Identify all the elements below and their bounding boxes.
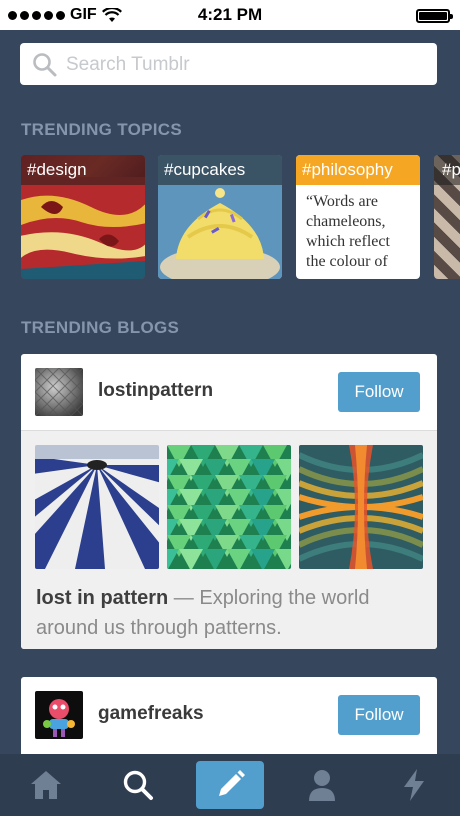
tab-activity[interactable]	[380, 762, 448, 808]
clock: 4:21 PM	[197, 5, 263, 24]
compose-icon	[219, 770, 245, 796]
search-bar[interactable]	[20, 43, 437, 87]
account-icon	[309, 770, 335, 801]
activity-icon	[404, 769, 424, 801]
topic-tag: #philosophy	[296, 155, 420, 185]
topic-card-partial[interactable]: #p	[434, 155, 460, 279]
topic-tag: #design	[21, 155, 145, 185]
blog-name[interactable]: lostinpattern	[98, 380, 213, 402]
blog-title: lost in pattern	[36, 587, 169, 609]
follow-button[interactable]: Follow	[338, 695, 420, 735]
search-input[interactable]	[64, 43, 428, 87]
tab-compose[interactable]	[196, 761, 264, 809]
topic-quote: “Words are chameleons, which reflect the…	[306, 193, 390, 270]
tab-account[interactable]	[288, 762, 356, 808]
topic-card-design[interactable]: #design	[21, 155, 145, 279]
blog-avatar[interactable]	[35, 368, 83, 416]
follow-button[interactable]: Follow	[338, 372, 420, 412]
topic-image	[21, 177, 145, 279]
topic-tag: #cupcakes	[158, 155, 282, 185]
blog-name[interactable]: gamefreaks	[98, 703, 204, 725]
blog-description: lost in pattern — Exploring the world ar…	[36, 583, 417, 643]
trending-blogs-heading: TRENDING BLOGS	[21, 318, 180, 337]
search-icon	[123, 770, 153, 800]
battery-icon	[416, 9, 453, 23]
status-bar: GIF 4:21 PM	[0, 0, 460, 30]
tab-search[interactable]	[104, 762, 172, 808]
search-icon	[33, 53, 57, 77]
blog-card-header[interactable]: lostinpattern Follow	[21, 354, 437, 430]
tab-home[interactable]	[12, 762, 80, 808]
blog-post-thumbnail[interactable]	[167, 445, 291, 569]
home-icon	[31, 771, 61, 799]
topic-tag: #p	[434, 155, 460, 185]
topic-card-cupcakes[interactable]: #cupcakes	[158, 155, 282, 279]
blog-post-thumbnail[interactable]	[35, 445, 159, 569]
trending-topics-heading: TRENDING TOPICS	[21, 120, 182, 139]
blog-avatar[interactable]	[35, 691, 83, 739]
blog-card-lostinpattern: lostinpattern Follow lost in pattern — E…	[21, 354, 437, 649]
topic-card-philosophy[interactable]: #philosophy “Words are chameleons, which…	[296, 155, 420, 279]
blog-card-body: lost in pattern — Exploring the world ar…	[21, 430, 437, 649]
blog-post-thumbnail[interactable]	[299, 445, 423, 569]
tab-bar	[0, 754, 460, 816]
blog-card-header[interactable]: gamefreaks Follow	[21, 677, 437, 753]
